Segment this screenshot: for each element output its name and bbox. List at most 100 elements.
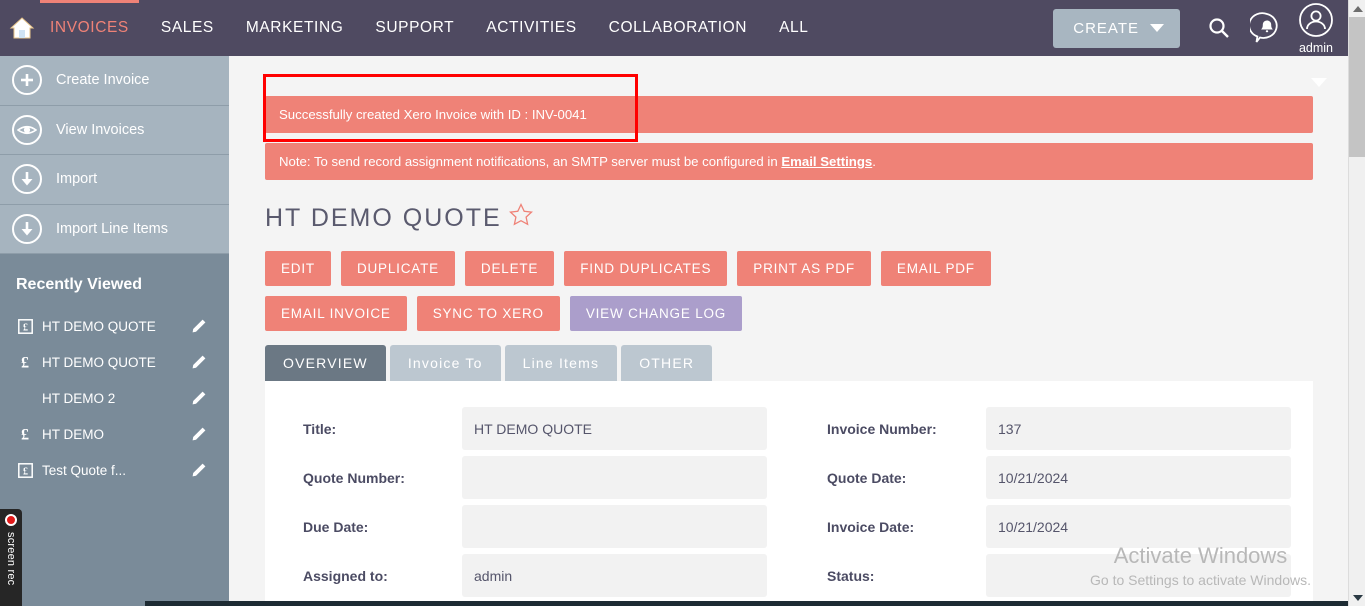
email-pdf-button[interactable]: EMAIL PDF	[880, 251, 991, 286]
field-row-invoice-number: Invoice Number: 137	[811, 407, 1291, 450]
field-row-assigned-to: Assigned to: admin	[287, 554, 767, 597]
nav-item-activities[interactable]: ACTIVITIES	[486, 0, 576, 56]
svg-text:£: £	[23, 466, 28, 477]
smtp-note-alert: Note: To send record assignment notifica…	[265, 143, 1313, 180]
download-arrow-icon	[12, 164, 42, 195]
home-icon[interactable]	[8, 14, 36, 42]
field-label: Quote Number:	[303, 469, 405, 486]
bottom-bar	[0, 601, 1348, 606]
field-value-title[interactable]: HT DEMO QUOTE	[462, 407, 767, 450]
nav-item-marketing[interactable]: MARKETING	[246, 0, 344, 56]
field-value-due-date[interactable]	[462, 505, 767, 548]
screenrec-label: screen rec	[5, 532, 17, 586]
download-arrow-icon	[12, 213, 42, 244]
scroll-up-arrow-icon[interactable]	[1349, 0, 1365, 17]
duplicate-button[interactable]: DUPLICATE	[340, 251, 455, 286]
sidebar-item-label: Import	[56, 171, 98, 188]
field-grid: Title: HT DEMO QUOTE Quote Number: Due D…	[265, 407, 1313, 606]
main-content: Successfully created Xero Invoice with I…	[229, 56, 1348, 606]
list-item-label: HT DEMO 2	[42, 390, 116, 406]
record-tabs: OVERVIEW Invoice To Line Items OTHER	[265, 345, 1348, 381]
user-menu[interactable]: admin	[1298, 2, 1334, 55]
create-button[interactable]: CREATE	[1053, 8, 1180, 48]
record-dot-icon[interactable]	[5, 514, 17, 526]
tab-other[interactable]: OTHER	[621, 345, 713, 381]
sidebar-item-import-line-items[interactable]: Import Line Items	[0, 204, 229, 254]
field-label: Due Date:	[303, 518, 369, 535]
nav-item-invoices[interactable]: INVOICES	[40, 0, 139, 56]
scrollbar-thumb[interactable]	[1349, 17, 1365, 157]
panel-collapse-caret-icon[interactable]	[1311, 78, 1327, 87]
sync-to-xero-button[interactable]: SYNC TO XERO	[416, 296, 560, 331]
svg-text:£: £	[21, 355, 29, 371]
pencil-icon[interactable]	[191, 390, 207, 406]
nav-label: INVOICES	[50, 19, 129, 36]
field-value-invoice-date[interactable]: 10/21/2024	[986, 505, 1291, 548]
pound-boxed-icon: £	[16, 462, 34, 478]
field-label: Title:	[303, 420, 337, 437]
screenrec-widget[interactable]: screen rec	[0, 509, 22, 606]
field-row-status: Status:	[811, 554, 1291, 597]
field-value-status[interactable]	[986, 554, 1291, 597]
list-item-label: Test Quote f...	[42, 462, 127, 478]
pencil-icon[interactable]	[191, 426, 207, 442]
field-value-quote-date[interactable]: 10/21/2024	[986, 456, 1291, 499]
list-item-label: HT DEMO	[42, 426, 105, 442]
field-row-quote-date: Quote Date: 10/21/2024	[811, 456, 1291, 499]
nav-item-collaboration[interactable]: COLLABORATION	[609, 0, 747, 56]
vertical-scrollbar[interactable]	[1348, 0, 1365, 606]
nav-right-tools: CREATE admin	[1053, 2, 1348, 55]
tab-overview[interactable]: OVERVIEW	[265, 345, 386, 381]
view-change-log-button[interactable]: VIEW CHANGE LOG	[569, 296, 743, 331]
page-title: HT DEMO QUOTE	[265, 202, 1348, 235]
nav-item-sales[interactable]: SALES	[161, 0, 214, 56]
svg-text:£: £	[21, 427, 29, 443]
field-value-quote-number[interactable]	[462, 456, 767, 499]
field-label: Invoice Date:	[827, 518, 915, 535]
list-item[interactable]: £ HT DEMO QUOTE	[0, 308, 229, 344]
nav-label: SALES	[160, 19, 214, 36]
edit-button[interactable]: EDIT	[265, 251, 331, 286]
nav-items: INVOICES SALES MARKETING SUPPORT ACTIVIT…	[36, 0, 825, 56]
pound-boxed-icon: £	[16, 318, 34, 334]
nav-item-support[interactable]: SUPPORT	[375, 0, 454, 56]
list-item[interactable]: £ Test Quote f...	[0, 452, 229, 488]
notification-bell-icon[interactable]	[1250, 11, 1284, 45]
nav-label: COLLABORATION	[608, 19, 748, 36]
sidebar-item-label: Create Invoice	[56, 72, 150, 89]
star-outline-icon[interactable]	[508, 202, 534, 235]
tab-line-items[interactable]: Line Items	[504, 345, 618, 381]
delete-button[interactable]: DELETE	[464, 251, 555, 286]
find-duplicates-button[interactable]: FIND DUPLICATES	[564, 251, 728, 286]
sidebar: Create Invoice View Invoices Import Impo…	[0, 56, 229, 606]
list-item[interactable]: £ HT DEMO QUOTE	[0, 344, 229, 380]
scroll-down-arrow-icon[interactable]	[1349, 589, 1365, 606]
tab-invoice-to[interactable]: Invoice To	[389, 345, 501, 381]
overview-panel: Title: HT DEMO QUOTE Quote Number: Due D…	[265, 381, 1313, 606]
sidebar-item-view-invoices[interactable]: View Invoices	[0, 105, 229, 155]
list-item[interactable]: HT DEMO 2	[0, 380, 229, 416]
print-as-pdf-button[interactable]: PRINT AS PDF	[737, 251, 871, 286]
field-value-assigned-to[interactable]: admin	[462, 554, 767, 597]
list-item[interactable]: £ HT DEMO	[0, 416, 229, 452]
email-invoice-button[interactable]: EMAIL INVOICE	[265, 296, 407, 331]
email-settings-link[interactable]: Email Settings	[781, 154, 872, 169]
pencil-icon[interactable]	[191, 318, 207, 334]
create-button-label: CREATE	[1073, 19, 1139, 37]
field-value-invoice-number[interactable]: 137	[986, 407, 1291, 450]
search-icon[interactable]	[1202, 11, 1236, 45]
nav-label: ALL	[779, 19, 809, 36]
nav-label: MARKETING	[245, 19, 344, 36]
recently-viewed-title: Recently Viewed	[0, 254, 229, 308]
pencil-icon[interactable]	[191, 462, 207, 478]
field-label: Assigned to:	[303, 567, 388, 584]
sidebar-item-import[interactable]: Import	[0, 155, 229, 205]
field-row-title: Title: HT DEMO QUOTE	[287, 407, 767, 450]
top-navigation-bar: INVOICES SALES MARKETING SUPPORT ACTIVIT…	[0, 0, 1348, 56]
nav-item-all[interactable]: ALL	[779, 0, 808, 56]
field-row-due-date: Due Date:	[287, 505, 767, 548]
pencil-icon[interactable]	[191, 354, 207, 370]
sidebar-item-create-invoice[interactable]: Create Invoice	[0, 56, 229, 106]
sidebar-item-label: View Invoices	[56, 121, 145, 138]
field-column-left: Title: HT DEMO QUOTE Quote Number: Due D…	[265, 407, 789, 606]
